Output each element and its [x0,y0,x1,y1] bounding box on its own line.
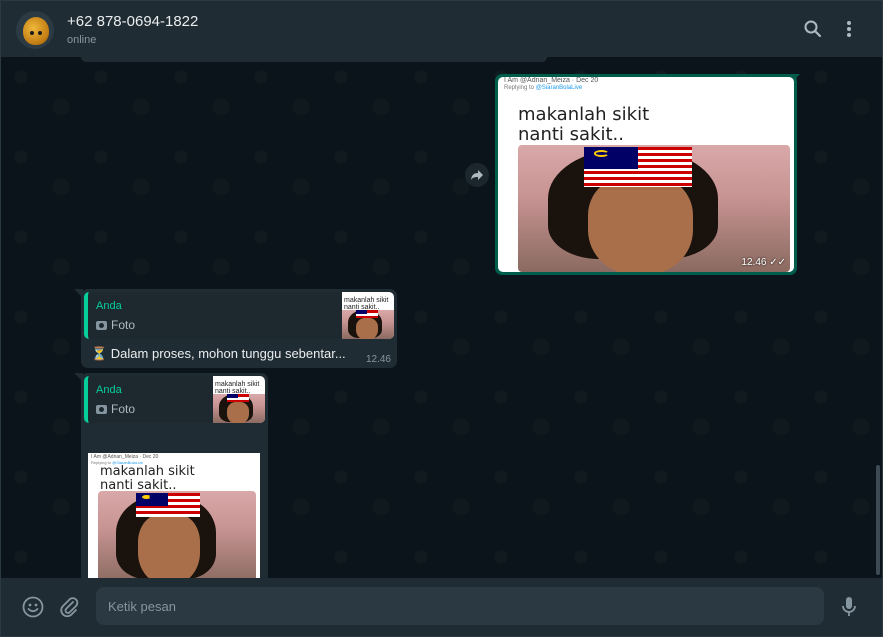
mic-icon[interactable] [836,594,862,620]
incoming-message[interactable]: Anda Foto makanlah sikit nanti sakit.. ⏳ … [81,289,397,368]
search-icon[interactable] [801,17,825,41]
camera-icon [96,404,107,414]
tweet-author: I Am @Adnan_Meiza · Dec 20 [504,77,599,84]
meme-caption: makanlah sikit nanti sakit.. [100,465,195,493]
tweet-replying: Replying to @SiaranBolaLive [504,85,583,91]
forward-button[interactable] [465,163,489,187]
message-image[interactable]: I Am @Adnan_Meiza · Dec 20 Replying to @… [88,453,260,578]
thumbnail-caption: makanlah sikit nanti sakit.. [215,381,260,395]
quoted-message[interactable]: Anda Foto makanlah sikit nanti sakit.. [84,376,265,423]
flag-image [584,147,692,187]
quote-author: Anda [96,384,122,396]
message-time: 12.46 ✓✓ [741,257,786,268]
quote-author: Anda [96,300,122,312]
avatar-eye [38,31,42,35]
attach-icon[interactable] [56,594,82,620]
message-text: ⏳ Dalam proses, mohon tunggu sebentar... [91,346,346,361]
message-input[interactable] [96,587,824,625]
double-check-icon: ✓✓ [769,257,786,268]
emoji-icon[interactable] [20,594,46,620]
chat-window: +62 878-0694-1822 online I Am @Adnan_Mei… [0,0,883,637]
forward-icon [471,170,483,180]
scrollbar[interactable] [876,465,880,575]
message-list[interactable]: I Am @Adnan_Meiza · Dec 20 Replying to @… [1,57,882,578]
compose-bar [1,578,882,636]
previous-message-bubble [81,57,547,62]
quoted-message[interactable]: Anda Foto makanlah sikit nanti sakit.. [84,292,394,339]
quote-type: Foto [96,318,135,332]
thumbnail-caption: makanlah sikit nanti sakit.. [344,297,389,311]
meme-line: makanlah sikit [100,464,195,479]
contact-name[interactable]: +62 878-0694-1822 [67,13,198,30]
flag-image [136,493,200,517]
avatar[interactable] [16,11,54,49]
image-content[interactable]: I Am @Adnan_Meiza · Dec 20 Replying to @… [498,77,794,272]
meme-caption: makanlah sikit nanti sakit.. [518,105,649,145]
menu-icon[interactable] [837,17,861,41]
contact-status: online [67,34,97,46]
message-time: 12.46 [365,354,391,365]
meme-line: nanti sakit.. [518,124,624,145]
avatar-face [23,17,49,45]
avatar-eye [30,31,34,35]
incoming-message[interactable]: Anda Foto makanlah sikit nanti sakit.. I … [81,373,268,578]
meme-line: makanlah sikit [518,104,650,125]
outgoing-image-message[interactable]: I Am @Adnan_Meiza · Dec 20 Replying to @… [495,74,797,275]
camera-icon [96,320,107,330]
meme-photo [98,491,256,578]
meme-photo [518,145,790,272]
chat-header[interactable]: +62 878-0694-1822 online [1,1,882,57]
quote-thumbnail: makanlah sikit nanti sakit.. [213,376,265,423]
quote-type: Foto [96,402,135,416]
quote-thumbnail: makanlah sikit nanti sakit.. [342,292,394,339]
